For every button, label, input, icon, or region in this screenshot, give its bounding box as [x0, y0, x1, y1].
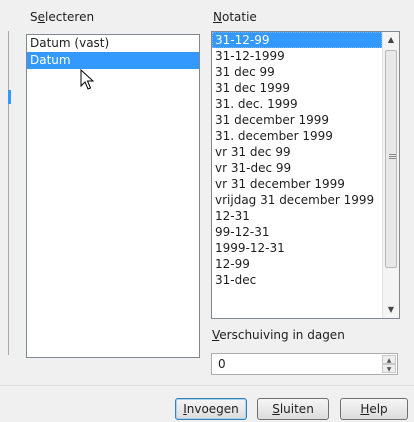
left-panel-selection-marker [8, 90, 11, 104]
list-item[interactable]: 31 dec 1999 [212, 80, 382, 96]
list-item[interactable]: 31 dec 99 [212, 64, 382, 80]
list-item[interactable]: 31-12-1999 [212, 48, 382, 64]
close-button[interactable]: Sluiten [257, 398, 329, 420]
list-item[interactable]: vr 31 december 1999 [212, 176, 382, 192]
list-item[interactable]: 31 december 1999 [212, 112, 382, 128]
left-panel-edge [0, 31, 9, 355]
mouse-pointer-icon [80, 69, 95, 90]
scroll-down-icon[interactable]: ▼ [383, 302, 399, 318]
spin-down-icon[interactable]: ▼ [382, 364, 396, 373]
select-listbox[interactable]: Datum (vast) Datum [26, 34, 200, 358]
shift-spinner[interactable]: 0 ▲ ▼ [211, 353, 398, 375]
list-item[interactable]: vrijdag 31 december 1999 [212, 192, 382, 208]
list-item[interactable]: 31. december 1999 [212, 128, 382, 144]
list-item[interactable]: Datum [27, 52, 199, 69]
list-item[interactable]: vr 31 dec 99 [212, 144, 382, 160]
button-bar-separator [0, 385, 414, 386]
format-scrollbar[interactable]: ▲ ▼ [382, 32, 399, 318]
shift-value[interactable]: 0 [218, 357, 226, 371]
select-label: Selecteren [30, 10, 95, 24]
list-item[interactable]: 12-99 [212, 256, 382, 272]
list-item[interactable]: 1999-12-31 [212, 240, 382, 256]
scroll-thumb[interactable] [385, 50, 397, 268]
list-item[interactable]: 31-12-99 [212, 32, 382, 48]
list-item[interactable]: Datum (vast) [27, 35, 199, 52]
spin-up-icon[interactable]: ▲ [382, 355, 396, 364]
list-item[interactable]: 99-12-31 [212, 224, 382, 240]
list-item[interactable]: 31. dec. 1999 [212, 96, 382, 112]
format-listbox[interactable]: 31-12-99 31-12-1999 31 dec 99 31 dec 1999 31… [211, 31, 400, 319]
format-label: Notatie [213, 10, 257, 24]
format-items: 31-12-99 31-12-1999 31 dec 99 31 dec 1999 31… [212, 32, 382, 288]
help-button[interactable]: Help [340, 398, 408, 420]
scroll-up-icon[interactable]: ▲ [383, 32, 399, 48]
grip-icon [389, 154, 396, 160]
list-item[interactable]: 12-31 [212, 208, 382, 224]
insert-button[interactable]: Invoegen [175, 398, 247, 420]
shift-label: Verschuiving in dagen [212, 328, 345, 342]
list-item[interactable]: vr 31-dec 99 [212, 160, 382, 176]
list-item[interactable]: 31-dec [212, 272, 382, 288]
